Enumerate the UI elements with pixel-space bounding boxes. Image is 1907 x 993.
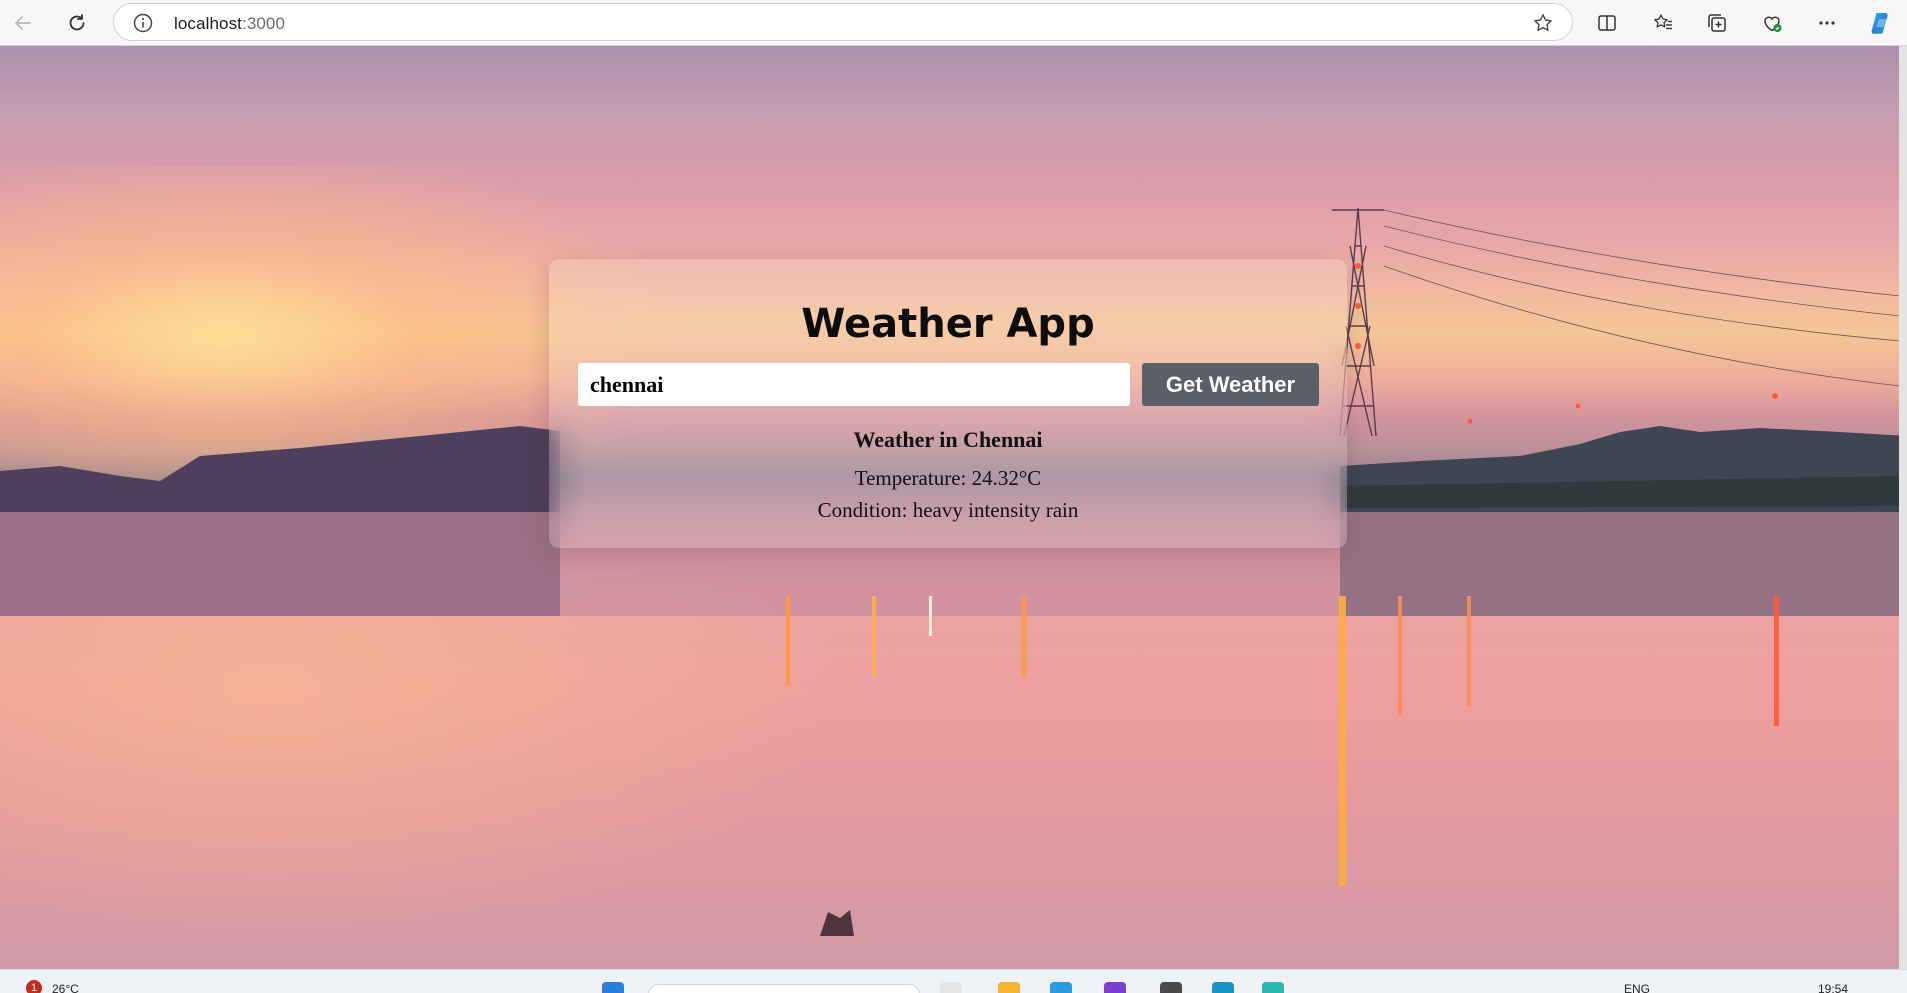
notification-badge[interactable]: 1 <box>26 980 42 993</box>
browser-essentials-button[interactable] <box>1755 6 1789 40</box>
split-screen-button[interactable] <box>1590 6 1624 40</box>
url-port: :3000 <box>242 14 286 33</box>
address-bar[interactable]: localhost:3000 <box>113 3 1573 41</box>
weather-card: Weather App Get Weather Weather in Chenn… <box>549 259 1347 548</box>
collections-icon <box>1708 14 1726 32</box>
more-button[interactable] <box>1810 6 1844 40</box>
taskbar-app-icon[interactable] <box>1212 982 1234 993</box>
taskbar-search-box[interactable] <box>648 984 920 993</box>
weather-result-heading: Weather in Chennai <box>853 427 1043 452</box>
power-tower-graphic <box>1332 207 1899 437</box>
taskbar-clock[interactable]: 19:54 <box>1818 982 1848 993</box>
star-icon[interactable] <box>1532 12 1554 39</box>
collections-button[interactable] <box>1700 6 1734 40</box>
copilot-button[interactable] <box>1864 6 1898 40</box>
edge-browser-icon[interactable] <box>1262 982 1284 993</box>
file-explorer-icon[interactable] <box>998 982 1020 993</box>
get-weather-button[interactable]: Get Weather <box>1142 363 1319 406</box>
refresh-button[interactable] <box>60 6 94 40</box>
os-taskbar: 1 26°C ENG 19:54 <box>0 969 1907 993</box>
condition-text: Condition: heavy intensity rain <box>817 498 1079 522</box>
browser-essentials-icon <box>1764 16 1782 32</box>
refresh-icon <box>69 14 85 31</box>
temperature-text: Temperature: 24.32°C <box>854 466 1042 490</box>
app-title: Weather App <box>801 301 1095 347</box>
taskbar-language[interactable]: ENG <box>1624 982 1650 993</box>
browser-toolbar: localhost:3000 <box>0 0 1907 46</box>
city-search-input[interactable] <box>578 363 1130 406</box>
favorites-icon <box>1654 14 1672 30</box>
split-screen-icon <box>1598 15 1616 31</box>
taskbar-app-icon[interactable] <box>940 982 962 993</box>
site-info-icon[interactable] <box>132 12 154 39</box>
water-reflection <box>786 596 1779 936</box>
favorites-button[interactable] <box>1646 6 1680 40</box>
url-host: localhost <box>174 14 242 33</box>
url-text[interactable]: localhost:3000 <box>174 14 285 34</box>
back-arrow-icon <box>15 16 31 30</box>
taskbar-app-icon[interactable] <box>1050 982 1072 993</box>
taskbar-app-icon[interactable] <box>1104 982 1126 993</box>
more-icon <box>1819 21 1835 25</box>
copilot-icon <box>1871 13 1888 34</box>
windows-start-icon[interactable] <box>602 982 624 993</box>
back-button[interactable] <box>6 6 40 40</box>
taskbar-app-icon[interactable] <box>1160 982 1182 993</box>
taskbar-weather[interactable]: 26°C <box>52 982 79 993</box>
page-viewport: Weather App Get Weather Weather in Chenn… <box>0 46 1907 969</box>
